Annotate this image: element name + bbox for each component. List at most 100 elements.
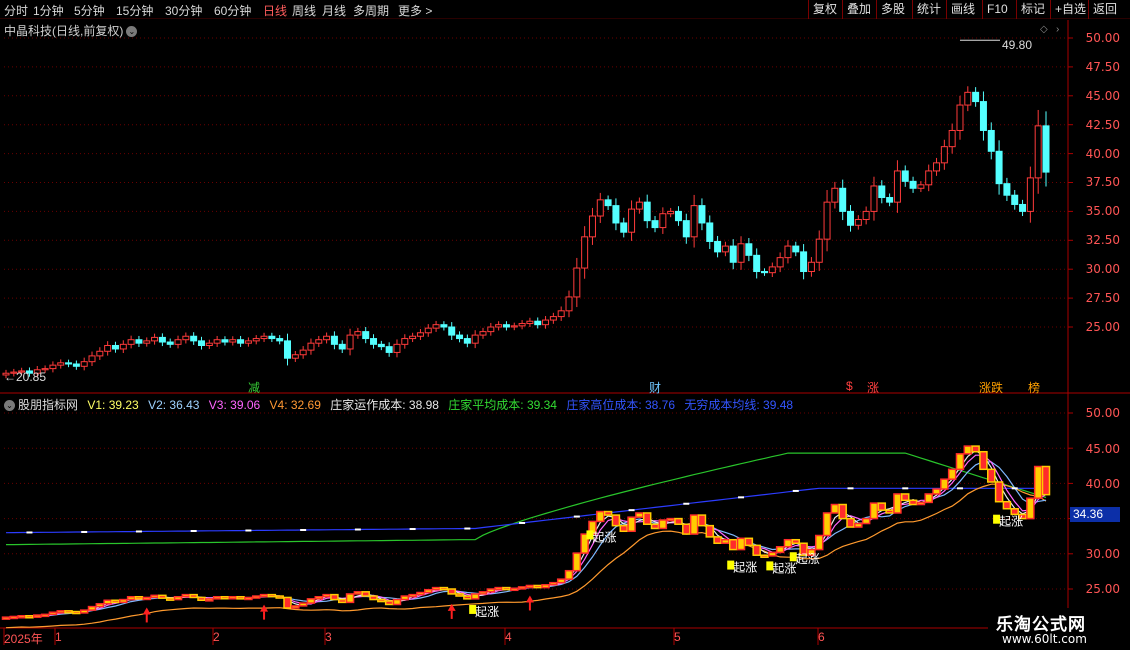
indicator-candle (463, 595, 472, 600)
candle-body (659, 213, 667, 229)
chevron-down-icon[interactable]: ⌄ (4, 400, 15, 412)
cost-dash (519, 521, 526, 524)
y-tick: 27.50 (1085, 291, 1120, 305)
candle-body (682, 220, 690, 238)
indicator-candle (682, 523, 691, 535)
indicator-candle (212, 595, 222, 600)
indicator-candle (517, 586, 527, 590)
indicator-candle (134, 595, 144, 600)
candle-body (831, 187, 839, 203)
y-tick: 40.00 (1085, 477, 1120, 491)
candle-body (667, 210, 675, 215)
candle-body (596, 199, 604, 217)
candle-body (1019, 203, 1027, 212)
indicator-name[interactable]: 股朋指标网 (18, 398, 78, 412)
candle-body (479, 331, 487, 336)
chevron-down-icon[interactable]: ⌄ (126, 26, 138, 38)
candle-body (205, 342, 213, 346)
candle-body (674, 210, 682, 222)
candle-body (1011, 194, 1019, 205)
indicator-candle (760, 554, 769, 558)
indicator-candle (830, 503, 840, 514)
candle-body (432, 324, 440, 329)
candle-body (995, 150, 1003, 185)
event-marker[interactable]: 榜 (1028, 379, 1040, 396)
indicator-candle (408, 593, 417, 598)
signal-label: 起涨 (772, 560, 796, 575)
candle-body (588, 215, 596, 238)
legend-v4: V4: 32.69 (269, 398, 321, 412)
candle-body (776, 257, 784, 268)
candle-body (792, 245, 800, 253)
main-panel-title[interactable]: 中晶科技(日线,前复权) ⌄ (4, 22, 138, 39)
indicator-candle (533, 584, 542, 589)
indicator-candle (17, 615, 26, 619)
event-marker[interactable]: 财 (649, 379, 661, 396)
cost-dash (573, 515, 580, 518)
candle-body (65, 362, 73, 365)
candle-body (127, 339, 135, 345)
candle-body (338, 343, 346, 350)
candle-body (291, 354, 299, 359)
candle-body (768, 266, 776, 274)
event-marker[interactable]: 减 (248, 379, 260, 396)
indicator-candle (259, 593, 269, 598)
indicator-candle (150, 594, 159, 599)
legend-v1: V1: 39.23 (87, 398, 139, 412)
event-marker[interactable]: 涨跌 (979, 379, 1003, 396)
indicator-candle (611, 514, 621, 527)
indicator-candle (142, 596, 152, 601)
buy-arrow-icon (142, 607, 151, 615)
indicator-candle (72, 610, 81, 615)
indicator-candle (502, 586, 511, 591)
chevron-right-icon[interactable]: › (1056, 24, 1059, 35)
chart-canvas[interactable]: 起涨起涨起涨 起涨起涨起涨 (0, 0, 1130, 650)
y-tick: 45.00 (1085, 442, 1120, 456)
event-marker[interactable]: $ (846, 379, 853, 393)
indicator-candle (846, 517, 855, 528)
indicator-candle (424, 588, 433, 594)
cost-dash (26, 531, 33, 534)
indicator-candle (494, 586, 503, 591)
signal-label: 起涨 (592, 529, 616, 544)
low-price-value: 20.85 (16, 370, 47, 384)
indicator-candle (541, 584, 550, 589)
candle-body (362, 331, 370, 340)
candle-body (847, 210, 855, 226)
event-marker[interactable]: 涨 (867, 379, 879, 396)
indicator-candle (400, 595, 410, 601)
y-tick: 47.50 (1085, 60, 1120, 74)
indicator-candle (979, 450, 988, 471)
indicator-candle (79, 609, 89, 614)
date-label: 3 (325, 630, 332, 644)
legend-v2: V2: 36.43 (148, 398, 200, 412)
indicator-candle (674, 517, 683, 525)
candle-body (315, 339, 323, 344)
indicator-candle (9, 615, 19, 620)
indicator-candle (971, 445, 980, 453)
indicator-candle (361, 591, 370, 597)
indicator-candle (619, 524, 628, 533)
current-value-badge: 34.36 (1070, 507, 1120, 522)
candle-body (299, 349, 307, 356)
indicator-candle (291, 605, 300, 609)
candle-body (158, 336, 166, 343)
candle-body (987, 129, 995, 152)
candle-body (330, 335, 338, 345)
indicator-candle (963, 445, 973, 455)
candle-body (370, 338, 378, 345)
diamond-icon[interactable]: ◇ (1040, 24, 1048, 35)
indicator-candle (916, 501, 926, 506)
y-tick: 40.00 (1085, 147, 1120, 161)
candle-body (886, 197, 894, 203)
date-label: 4 (505, 630, 512, 644)
indicator-candle (439, 586, 449, 591)
candle-body (244, 340, 252, 344)
candle-body (854, 218, 862, 226)
candle-body (1042, 125, 1050, 173)
signal-label: 起涨 (796, 551, 820, 566)
indicator-candle (275, 595, 284, 599)
indicator-candle (924, 493, 933, 504)
operation-cost-line (5, 449, 1047, 618)
indicator-candle (752, 544, 761, 556)
